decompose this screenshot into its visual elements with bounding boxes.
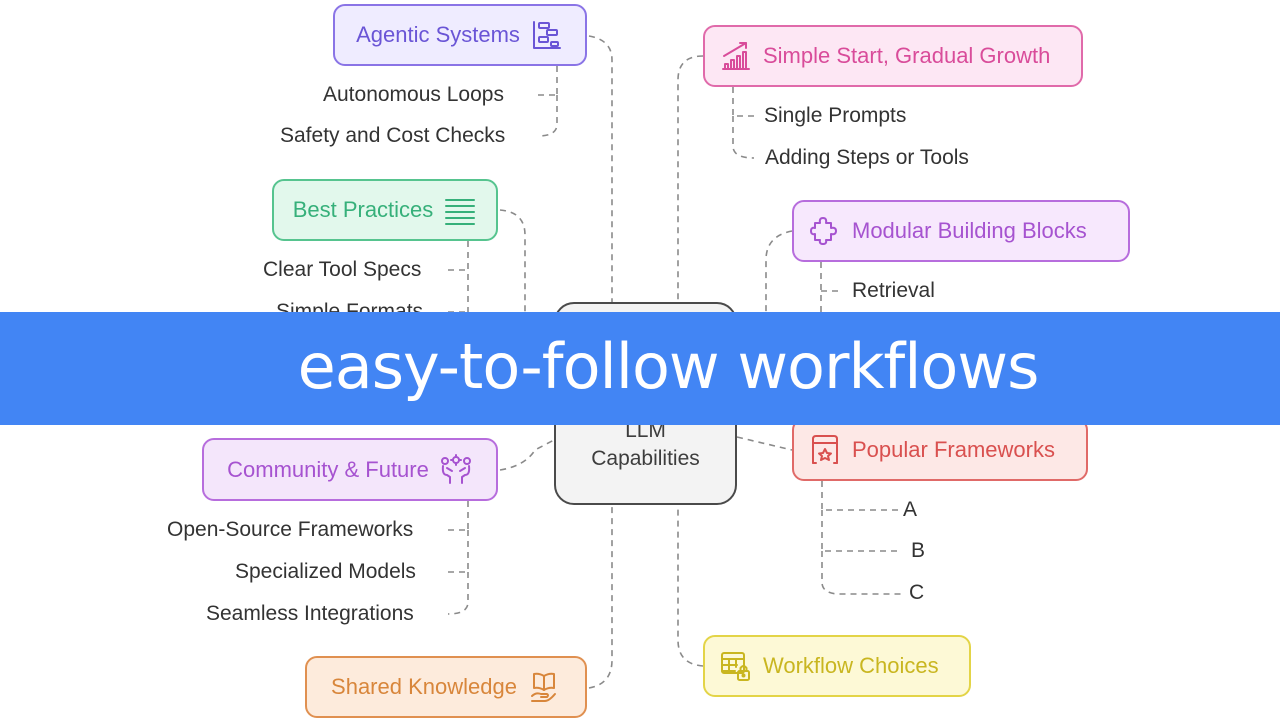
leaf-framework-b: B [911, 539, 926, 562]
window-star-icon [808, 433, 842, 467]
leaf-open-source-frameworks: Open-Source Frameworks [167, 518, 414, 541]
list-lines-icon [443, 193, 477, 227]
connector-community [499, 439, 555, 471]
node-shared-knowledge[interactable]: Shared Knowledge [305, 656, 587, 718]
caption-text: easy-to-follow workflows [297, 330, 1040, 403]
leaf-single-prompts: Single Prompts [764, 104, 907, 127]
node-label: Shared Knowledge [331, 674, 517, 699]
leaf-retrieval: Retrieval [852, 279, 935, 302]
node-workflow-choices[interactable]: Workflow Choices [703, 635, 971, 697]
connector-workflow [677, 505, 704, 667]
connector-simple-children [732, 87, 755, 159]
connector-community-children [447, 501, 469, 615]
node-label: Workflow Choices [763, 653, 939, 678]
people-collaboration-icon [439, 453, 473, 487]
leaf-framework-a: A [903, 498, 918, 521]
node-agentic-systems[interactable]: Agentic Systems [333, 4, 587, 66]
center-label-line2: Capabilities [591, 447, 700, 470]
connector-agentic-children [537, 66, 558, 137]
growth-chart-icon [719, 39, 753, 73]
gantt-chart-icon [530, 18, 564, 52]
connector-modular-children [820, 262, 842, 312]
node-label: Modular Building Blocks [852, 218, 1087, 243]
node-simple-start[interactable]: Simple Start, Gradual Growth [703, 25, 1083, 87]
connector-popular-children [821, 481, 902, 595]
leaf-seamless-integrations: Seamless Integrations [206, 602, 414, 625]
node-label: Agentic Systems [356, 22, 520, 47]
connector-agentic [588, 35, 613, 302]
node-label: Best Practices [292, 197, 434, 222]
node-best-practices[interactable]: Best Practices [272, 179, 498, 241]
puzzle-piece-icon [808, 214, 842, 248]
caption-banner: easy-to-follow workflows [0, 312, 1280, 425]
leaf-clear-tool-specs: Clear Tool Specs [263, 258, 422, 281]
node-label: Community & Future [227, 456, 429, 482]
book-hand-icon [527, 670, 561, 704]
leaf-specialized-models: Specialized Models [235, 560, 416, 583]
table-lock-icon [719, 649, 753, 683]
leaf-framework-c: C [909, 581, 925, 604]
leaf-autonomous-loops: Autonomous Loops [323, 83, 504, 106]
node-community-future[interactable]: Community & Future [202, 438, 498, 501]
connector-simple [677, 55, 704, 302]
node-label: Simple Start, Gradual Growth [763, 43, 1051, 68]
leaf-adding-steps-tools: Adding Steps or Tools [765, 146, 969, 169]
connector-shared [588, 505, 613, 689]
connector-popular [736, 436, 793, 451]
node-popular-frameworks[interactable]: Popular Frameworks [792, 418, 1088, 481]
node-modular-building-blocks[interactable]: Modular Building Blocks [792, 200, 1130, 262]
connector-best-children [448, 241, 469, 313]
leaf-safety-cost-checks: Safety and Cost Checks [280, 124, 506, 147]
node-label: Popular Frameworks [852, 436, 1055, 462]
